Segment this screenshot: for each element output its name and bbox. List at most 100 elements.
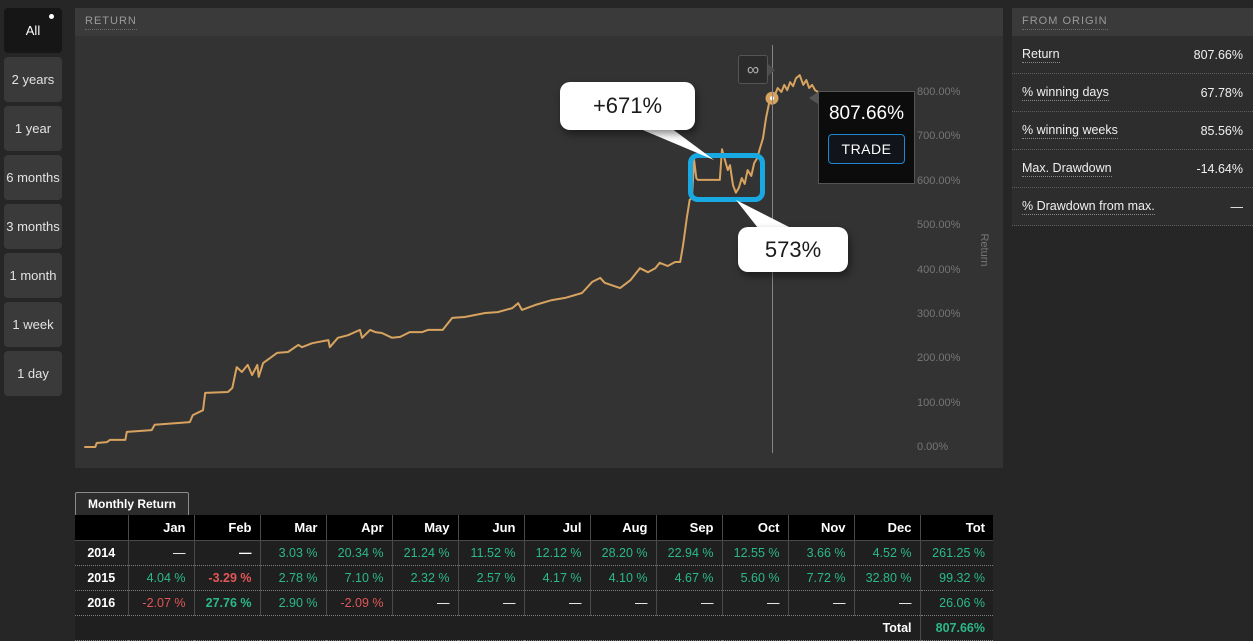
y-tick-label: 0.00%: [917, 441, 948, 453]
return-cell: 99.32 %: [920, 565, 993, 590]
y-tick-label: 600.00%: [917, 175, 960, 187]
return-chart[interactable]: 0.00%100.00%200.00%300.00%400.00%500.00%…: [75, 36, 1003, 468]
sidebar-item-label: 2 years: [12, 72, 55, 87]
return-cell: —: [128, 540, 194, 565]
return-cell: 28.20 %: [590, 540, 656, 565]
return-cell: 22.94 %: [656, 540, 722, 565]
stats-value: -14.64%: [1196, 162, 1243, 176]
return-cell: -3.29 %: [194, 565, 260, 590]
sidebar-item-1-week[interactable]: 1 week: [4, 302, 62, 347]
callout-high-value: +671%: [560, 82, 695, 130]
return-cell: —: [524, 590, 590, 615]
y-tick-label: 100.00%: [917, 397, 960, 409]
return-cell: 21.24 %: [392, 540, 458, 565]
y-tick-label: 700.00%: [917, 130, 960, 142]
column-header-jul: Jul: [524, 515, 590, 540]
year-cell: 2015: [75, 565, 128, 590]
y-axis-title: Return: [978, 233, 990, 266]
return-cell: 261.25 %: [920, 540, 993, 565]
column-header-apr: Apr: [326, 515, 392, 540]
return-cell: —: [788, 590, 854, 615]
stats-row: % winning days 67.78%: [1012, 74, 1253, 112]
time-range-sidebar: All 2 years 1 year6 months 3 months 1 month 1…: [4, 8, 62, 400]
selected-dot-icon: [49, 14, 54, 19]
infinity-icon[interactable]: ∞: [738, 55, 768, 84]
chart-title: RETURN: [85, 15, 137, 30]
column-header-nov: Nov: [788, 515, 854, 540]
y-tick-label: 300.00%: [917, 308, 960, 320]
column-header-may: May: [392, 515, 458, 540]
tab-monthly-return[interactable]: Monthly Return: [75, 492, 189, 515]
stats-panel-header: FROM ORIGIN: [1012, 8, 1253, 36]
return-cell: 7.10 %: [326, 565, 392, 590]
crosshair-arrow-icon: [768, 64, 775, 76]
sidebar-item-label: All: [26, 23, 40, 38]
y-tick-label: 800.00%: [917, 86, 960, 98]
table-row-2014: 2014——3.03 %20.34 %21.24 %11.52 %12.12 %…: [75, 540, 993, 565]
return-series-line: [85, 75, 818, 447]
sidebar-item-1-year[interactable]: 1 year: [4, 106, 62, 151]
return-cell: 11.52 %: [458, 540, 524, 565]
table-row-2016: 2016-2.07 %27.76 %2.90 %-2.09 %————————2…: [75, 590, 993, 615]
sidebar-item-2-years[interactable]: 2 years: [4, 57, 62, 102]
sidebar-item-1-month[interactable]: 1 month: [4, 253, 62, 298]
trade-button[interactable]: TRADE: [828, 134, 906, 164]
stats-rows: Return807.66%% winning days67.78%% winni…: [1012, 36, 1253, 226]
return-cell: -2.07 %: [128, 590, 194, 615]
return-cell: 2.90 %: [260, 590, 326, 615]
stats-row: % Drawdown from max.—: [1012, 188, 1253, 226]
return-cell: —: [656, 590, 722, 615]
y-tick-label: 400.00%: [917, 264, 960, 276]
year-cell: 2014: [75, 540, 128, 565]
return-chart-panel: RETURN 0.00%100.00%200.00%300.00%400.00%…: [75, 8, 1003, 468]
column-header-dec: Dec: [854, 515, 920, 540]
stats-value: 807.66%: [1194, 48, 1243, 62]
return-cell: 27.76 %: [194, 590, 260, 615]
year-cell: 2016: [75, 590, 128, 615]
sidebar-item-label: 1 week: [12, 317, 53, 332]
column-header-feb: Feb: [194, 515, 260, 540]
stats-label: % winning days: [1022, 85, 1109, 101]
return-cell: 4.52 %: [854, 540, 920, 565]
column-header-jun: Jun: [458, 515, 524, 540]
zoom-highlight-box: [688, 153, 765, 202]
column-header-tot: Tot: [920, 515, 993, 540]
return-cell: —: [392, 590, 458, 615]
return-cell: -2.09 %: [326, 590, 392, 615]
stats-row: Max. Drawdown -14.64%: [1012, 150, 1253, 188]
return-cell: —: [590, 590, 656, 615]
return-cell: 26.06 %: [920, 590, 993, 615]
return-cell: 2.57 %: [458, 565, 524, 590]
sidebar-item-3-months[interactable]: 3 months: [4, 204, 62, 249]
return-cell: —: [458, 590, 524, 615]
return-cell: 20.34 %: [326, 540, 392, 565]
stats-panel-title: FROM ORIGIN: [1022, 15, 1108, 30]
return-cell: 5.60 %: [722, 565, 788, 590]
sidebar-item-1-day[interactable]: 1 day: [4, 351, 62, 396]
stats-value: 85.56%: [1201, 124, 1243, 138]
sidebar-item-label: 3 months: [6, 219, 59, 234]
return-cell: 4.17 %: [524, 565, 590, 590]
stats-value: 67.78%: [1201, 86, 1243, 100]
trade-tooltip: 807.66% TRADE: [818, 91, 915, 184]
total-value: 807.66%: [920, 615, 993, 640]
sidebar-item-all[interactable]: All: [4, 8, 62, 53]
y-tick-label: 500.00%: [917, 219, 960, 231]
return-cell: 7.72 %: [788, 565, 854, 590]
sidebar-item-label: 1 day: [17, 366, 49, 381]
total-label: Total: [75, 615, 920, 640]
table-row-2015: 20154.04 %-3.29 %2.78 %7.10 %2.32 %2.57 …: [75, 565, 993, 590]
tooltip-return-value: 807.66%: [829, 103, 904, 125]
sidebar-item-label: 1 month: [10, 268, 57, 283]
sidebar-item-6-months[interactable]: 6 months: [4, 155, 62, 200]
chart-panel-header: RETURN: [75, 8, 1003, 36]
return-cell: 12.55 %: [722, 540, 788, 565]
from-origin-panel: FROM ORIGIN Return807.66%% winning days6…: [1012, 8, 1253, 226]
column-header-oct: Oct: [722, 515, 788, 540]
return-cell: 4.10 %: [590, 565, 656, 590]
stats-label: Max. Drawdown: [1022, 161, 1112, 177]
return-cell: —: [854, 590, 920, 615]
stats-label: % Drawdown from max.: [1022, 199, 1155, 215]
return-cell: —: [194, 540, 260, 565]
return-cell: 4.67 %: [656, 565, 722, 590]
